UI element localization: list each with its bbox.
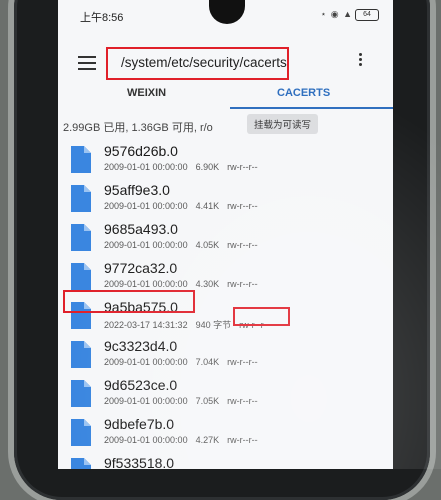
path-highlight-box — [106, 47, 289, 80]
storage-bar: 2.99GB 已用, 1.36GB 可用, r/o 挂载为可读写 — [58, 112, 393, 138]
file-icon — [71, 341, 91, 368]
file-icon — [71, 419, 91, 446]
list-item[interactable]: 9dbefe7b.0 2009-01-01 00:00:00 4.27K rw-r-… — [58, 413, 393, 452]
file-name: 9d6523ce.0 — [104, 377, 178, 393]
tab-bar: WEIXIN CACERTS — [58, 82, 393, 109]
file-meta: 2009-01-01 00:00:00 4.27K rw-r--r-- — [104, 435, 266, 445]
file-size: 7.04K — [195, 357, 220, 367]
file-name: 9576d26b.0 — [104, 143, 178, 159]
file-icon — [71, 146, 91, 173]
file-icon — [71, 224, 91, 251]
file-date: 2009-01-01 00:00:00 — [104, 357, 188, 367]
remount-rw-button[interactable]: 挂载为可读写 — [247, 114, 319, 134]
file-meta: 2009-01-01 00:00:00 6.90K rw-r--r-- — [104, 162, 266, 172]
file-name: 9685a493.0 — [104, 221, 178, 237]
file-name: 9dbefe7b.0 — [104, 416, 175, 432]
file-date: 2009-01-01 00:00:00 — [104, 279, 188, 289]
file-perms: rw-r--r-- — [227, 279, 258, 289]
list-item[interactable]: 9576d26b.0 2009-01-01 00:00:00 6.90K rw-r-… — [58, 140, 393, 179]
more-options-icon[interactable] — [359, 53, 363, 68]
file-perms: rw-r--r-- — [227, 357, 258, 367]
file-perms: rw-r--r-- — [227, 396, 258, 406]
file-size: 6.90K — [195, 162, 220, 172]
file-perms: rw-r--r-- — [227, 435, 258, 445]
storage-info: 2.99GB 已用, 1.36GB 可用, r/o — [63, 122, 213, 134]
file-size: 4.30K — [195, 279, 220, 289]
file-size: 940 字节 — [195, 320, 232, 330]
file-meta: 2009-01-01 00:00:00 7.04K rw-r--r-- — [104, 357, 266, 367]
file-date: 2009-01-01 00:00:00 — [104, 240, 188, 250]
file-name: 9772ca32.0 — [104, 260, 178, 276]
file-meta: 2009-01-01 00:00:00 7.05K rw-r--r-- — [104, 396, 266, 406]
file-name: 9f533518.0 — [104, 455, 175, 469]
list-item[interactable]: 95aff9e3.0 2009-01-01 00:00:00 4.41K rw-r-… — [58, 179, 393, 218]
file-icon — [71, 458, 91, 469]
file-size: 4.27K — [195, 435, 220, 445]
file-date: 2009-01-01 00:00:00 — [104, 201, 188, 211]
file-size: 4.41K — [195, 201, 220, 211]
file-name: 95aff9e3.0 — [104, 182, 170, 198]
file-date: 2009-01-01 00:00:00 — [104, 435, 188, 445]
permissions-highlight-box — [233, 307, 290, 326]
file-meta: 2009-01-01 00:00:00 4.41K rw-r--r-- — [104, 201, 266, 211]
file-size: 7.05K — [195, 396, 220, 406]
tab-weixin[interactable]: WEIXIN — [127, 87, 166, 99]
battery-icon: 64 — [355, 9, 379, 21]
file-icon — [71, 380, 91, 407]
list-item[interactable]: 9685a493.0 2009-01-01 00:00:00 4.05K rw-r-… — [58, 218, 393, 257]
list-item[interactable]: 9c3323d4.0 2009-01-01 00:00:00 7.04K rw-r-… — [58, 335, 393, 374]
status-time: 上午8:56 — [80, 12, 124, 24]
tab-cacerts[interactable]: CACERTS — [277, 87, 330, 99]
file-date: 2022-03-17 14:31:32 — [104, 320, 188, 330]
file-perms: rw-r--r-- — [227, 162, 258, 172]
status-icons: ⋆ ◉ ▲ — [320, 9, 353, 19]
list-item[interactable]: 9d6523ce.0 2009-01-01 00:00:00 7.05K rw-r-… — [58, 374, 393, 413]
file-date: 2009-01-01 00:00:00 — [104, 396, 188, 406]
file-date: 2009-01-01 00:00:00 — [104, 162, 188, 172]
file-icon — [71, 185, 91, 212]
hamburger-menu-icon[interactable] — [78, 56, 96, 70]
file-perms: rw-r--r-- — [227, 240, 258, 250]
active-tab-indicator — [230, 107, 393, 109]
file-name: 9c3323d4.0 — [104, 338, 178, 354]
file-meta: 2009-01-01 00:00:00 4.30K rw-r--r-- — [104, 279, 266, 289]
file-meta: 2009-01-01 00:00:00 4.05K rw-r--r-- — [104, 240, 266, 250]
file-perms: rw-r--r-- — [227, 201, 258, 211]
filename-highlight-box — [63, 290, 195, 313]
file-icon — [71, 263, 91, 290]
file-size: 4.05K — [195, 240, 220, 250]
list-item[interactable]: 9f533518.0 — [58, 452, 393, 469]
